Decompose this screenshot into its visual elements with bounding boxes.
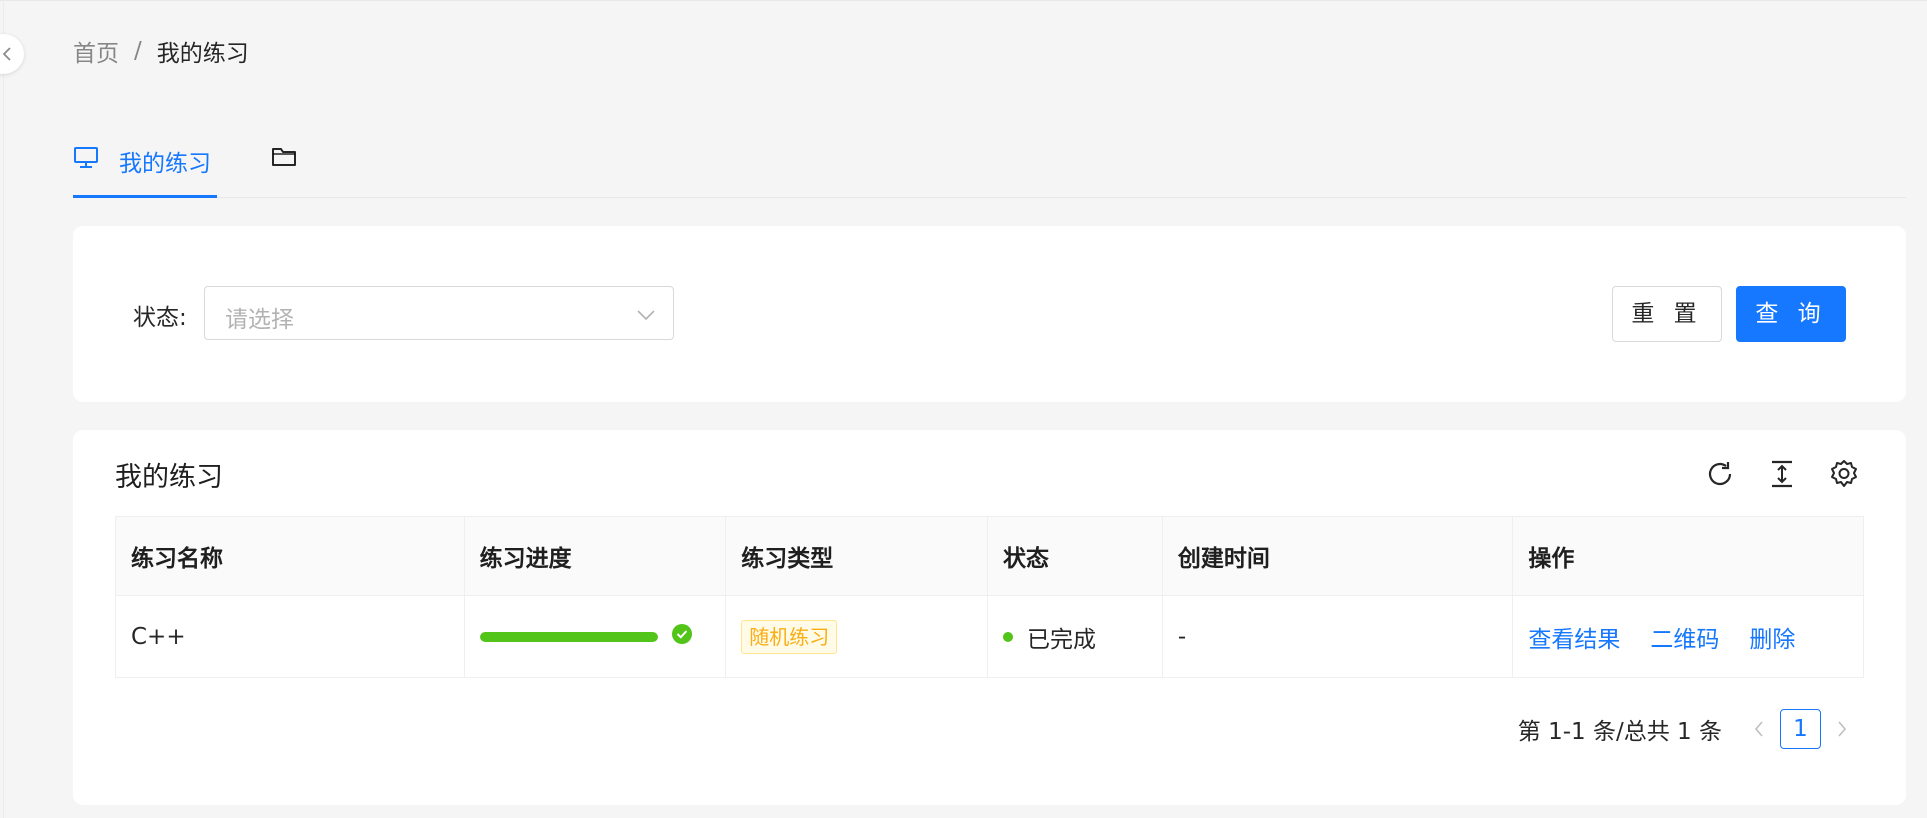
practice-name: C++ xyxy=(116,596,465,677)
column-header-created: 创建时间 xyxy=(1163,517,1514,595)
view-result-link[interactable]: 查看结果 xyxy=(1528,620,1620,654)
search-form: 状态: 请选择 重 置 查 询 xyxy=(73,226,1906,402)
table-title: 我的练习 xyxy=(115,462,223,493)
chevron-left-icon xyxy=(2,47,11,61)
top-border xyxy=(0,0,1927,1)
column-height-icon[interactable] xyxy=(1765,457,1799,491)
pagination-total: 第 1-1 条/总共 1 条 xyxy=(1517,719,1722,745)
practice-table-card: 我的练习 练习名称 练习进度 练习类型 状态 创建时间 操作 C++ 随机练习 … xyxy=(73,430,1906,805)
type-cell: 随机练习 xyxy=(726,596,988,677)
qrcode-link[interactable]: 二维码 xyxy=(1650,620,1719,654)
column-header-name: 练习名称 xyxy=(116,517,465,595)
check-circle-icon xyxy=(671,623,692,650)
status-placeholder: 请选择 xyxy=(225,307,294,333)
next-page-icon[interactable] xyxy=(1825,712,1859,746)
status-label: 状态: xyxy=(133,305,187,331)
column-header-status: 状态 xyxy=(988,517,1163,595)
progress-cell xyxy=(465,596,727,677)
table-header: 练习名称 练习进度 练习类型 状态 创建时间 操作 xyxy=(115,516,1864,596)
query-button[interactable]: 查 询 xyxy=(1736,286,1846,342)
actions-cell: 查看结果 二维码 删除 xyxy=(1513,596,1863,677)
desktop-icon xyxy=(73,146,99,174)
column-header-type: 练习类型 xyxy=(726,517,988,595)
practice-table: 练习名称 练习进度 练习类型 状态 创建时间 操作 C++ 随机练习 已完成 -… xyxy=(115,516,1864,678)
breadcrumb-home[interactable]: 首页 xyxy=(73,34,119,68)
progress-bar xyxy=(479,631,658,642)
tab-bar: 我的练习 xyxy=(73,130,1906,198)
breadcrumb-current: 我的练习 xyxy=(156,41,249,67)
status-cell: 已完成 xyxy=(988,596,1163,677)
tab-folder[interactable] xyxy=(271,130,301,197)
status-select[interactable]: 请选择 xyxy=(204,286,674,340)
reset-button[interactable]: 重 置 xyxy=(1612,286,1722,342)
page-item-1[interactable]: 1 xyxy=(1780,709,1821,749)
reload-icon[interactable] xyxy=(1703,457,1737,491)
column-header-actions: 操作 xyxy=(1528,546,1575,572)
chevron-down-icon xyxy=(637,306,655,325)
tab-label: 我的练习 xyxy=(119,151,211,177)
delete-link[interactable]: 删除 xyxy=(1749,620,1795,654)
progress-fill xyxy=(479,631,658,642)
breadcrumb-separator: / xyxy=(134,38,142,64)
created-time: - xyxy=(1163,596,1514,677)
breadcrumb: 首页 / 我的练习 xyxy=(73,34,249,68)
column-header-progress: 练习进度 xyxy=(465,517,727,595)
pagination: 第 1-1 条/总共 1 条 1 xyxy=(1518,708,1859,750)
status-dot xyxy=(1003,631,1013,642)
tab-my-practice[interactable]: 我的练习 xyxy=(73,130,217,198)
folder-icon xyxy=(271,146,297,172)
setting-icon[interactable] xyxy=(1827,457,1861,491)
type-tag: 随机练习 xyxy=(741,619,838,654)
sidebar-edge xyxy=(3,0,4,818)
prev-page-icon[interactable] xyxy=(1742,712,1776,746)
sidebar-collapse-button[interactable] xyxy=(0,34,24,74)
table-row: C++ 随机练习 已完成 - 查看结果 二维码 删除 xyxy=(115,596,1864,678)
status-text: 已完成 xyxy=(1027,626,1096,653)
